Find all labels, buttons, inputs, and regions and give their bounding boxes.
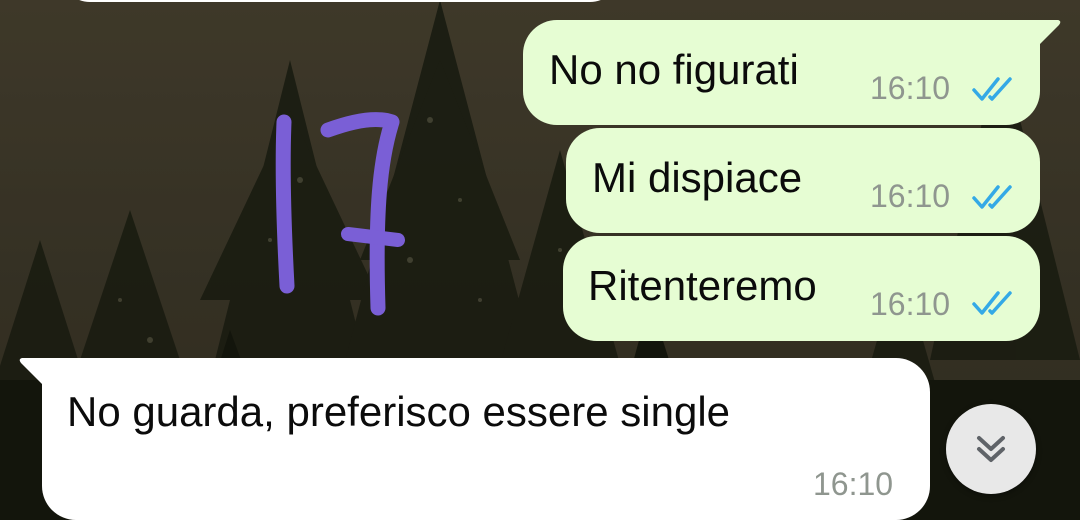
message-bubble-outgoing[interactable]: Ritenteremo 16:10 <box>563 236 1040 341</box>
message-time: 16:10 <box>813 466 894 502</box>
message-text: No guarda, preferisco essere single <box>67 388 731 435</box>
chat-view: No no figurati 16:10 Mi dispiace 16:10 R… <box>0 0 1080 520</box>
double-chevron-down-icon <box>977 436 1005 462</box>
message-text: No no figurati <box>549 46 799 93</box>
message-text: Ritenteremo <box>588 262 817 309</box>
scroll-to-bottom-button[interactable] <box>946 404 1036 494</box>
message-time: 16:10 <box>870 286 951 322</box>
message-time: 16:10 <box>870 70 951 106</box>
handwritten-annotation <box>275 112 405 316</box>
double-check-icon <box>972 291 1012 315</box>
message-bubble-outgoing[interactable]: Mi dispiace 16:10 <box>566 128 1040 233</box>
previous-message-bubble[interactable] <box>60 0 620 2</box>
double-check-icon <box>972 185 1012 209</box>
double-check-icon <box>972 77 1012 101</box>
message-text: Mi dispiace <box>592 154 803 201</box>
message-bubble-outgoing[interactable]: No no figurati 16:10 <box>523 20 1040 125</box>
message-bubble-incoming[interactable]: No guarda, preferisco essere single 16:1… <box>42 358 930 520</box>
message-time: 16:10 <box>870 178 951 214</box>
